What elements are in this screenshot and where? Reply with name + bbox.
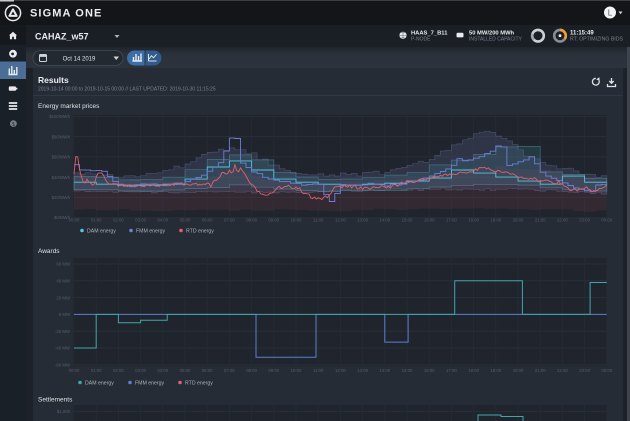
svg-text:21:00: 21:00 [535,217,546,222]
svg-text:Results: Results [38,75,69,85]
svg-text:06:00: 06:00 [202,368,213,373]
svg-text:22:00: 22:00 [557,217,568,222]
svg-text:DAM energy: DAM energy [85,381,114,387]
svg-text:14:00: 14:00 [379,217,390,222]
svg-text:RTD energy: RTD energy [186,229,214,235]
svg-text:23:00: 23:00 [579,217,590,222]
svg-text:00:00: 00:00 [601,368,612,373]
svg-text:05:00: 05:00 [180,368,191,373]
svg-text:21:00: 21:00 [535,368,546,373]
svg-text:$60/MWh: $60/MWh [52,155,71,160]
svg-text:03:00: 03:00 [135,368,146,373]
svg-text:07:00: 07:00 [224,217,235,222]
svg-text:16:00: 16:00 [424,368,435,373]
svg-text:$: $ [12,122,15,128]
svg-text:FMM energy: FMM energy [136,229,166,235]
svg-text:20:00: 20:00 [513,217,524,222]
svg-text:16:00: 16:00 [424,217,435,222]
svg-text:$100/MWh: $100/MWh [49,114,70,119]
svg-text:14:00: 14:00 [379,368,390,373]
svg-text:-40 MW: -40 MW [55,346,71,351]
svg-text:60 MW: 60 MW [56,262,71,267]
svg-text:06:00: 06:00 [202,217,213,222]
svg-text:02:00: 02:00 [113,217,124,222]
svg-text:15:00: 15:00 [402,368,413,373]
svg-text:04:00: 04:00 [157,217,168,222]
svg-text:RT: OPTIMIZING BIDS: RT: OPTIMIZING BIDS [570,37,623,43]
svg-text:01:00: 01:00 [91,217,102,222]
svg-text:15:00: 15:00 [402,217,413,222]
svg-text:03:00: 03:00 [135,217,146,222]
svg-text:17:00: 17:00 [446,217,457,222]
svg-text:Oct 14 2019: Oct 14 2019 [63,57,96,63]
svg-text:18:00: 18:00 [468,217,479,222]
svg-text:-20 MW: -20 MW [55,329,71,334]
svg-text:RTD energy: RTD energy [185,381,213,387]
svg-text:20:00: 20:00 [513,368,524,373]
svg-text:09:00: 09:00 [268,217,279,222]
svg-text:$1,000: $1,000 [57,409,71,414]
svg-text:05:00: 05:00 [180,217,191,222]
svg-text:10:00: 10:00 [291,368,302,373]
svg-text:Settlements: Settlements [38,397,73,404]
svg-text:19:00: 19:00 [490,217,501,222]
svg-text:SIGMA ONE: SIGMA ONE [30,8,102,20]
svg-text:0 MW: 0 MW [59,312,71,317]
svg-text:INSTALLED CAPACITY: INSTALLED CAPACITY [469,37,523,43]
svg-text:$80/MWh: $80/MWh [52,134,71,139]
svg-text:11:00: 11:00 [313,368,324,373]
svg-text:FMM energy: FMM energy [135,381,165,387]
svg-text:04:00: 04:00 [157,368,168,373]
svg-text:20 MW: 20 MW [56,295,71,300]
svg-text:22:00: 22:00 [557,368,568,373]
svg-text:40 MW: 40 MW [56,279,71,284]
svg-text:DAM energy: DAM energy [87,229,116,235]
svg-text:02:00: 02:00 [113,368,124,373]
svg-text:00:00: 00:00 [69,368,80,373]
svg-text:2019-10-14 00:00 to 2019-10-15: 2019-10-14 00:00 to 2019-10-15 00:00 // … [38,87,216,93]
svg-text:10:00: 10:00 [291,217,302,222]
svg-text:01:00: 01:00 [91,368,102,373]
svg-text:12:00: 12:00 [335,217,346,222]
svg-text:11:00: 11:00 [313,217,324,222]
svg-text:CAHAZ_w57: CAHAZ_w57 [35,32,89,42]
svg-text:00:00: 00:00 [69,217,80,222]
svg-text:08:00: 08:00 [246,368,257,373]
svg-text:L: L [608,9,613,18]
svg-text:Awards: Awards [38,248,60,255]
svg-text:13:00: 13:00 [357,368,368,373]
svg-text:12:00: 12:00 [335,368,346,373]
svg-text:$40/MWh: $40/MWh [52,175,71,180]
svg-text:18:00: 18:00 [468,368,479,373]
svg-text:07:00: 07:00 [224,368,235,373]
svg-text:Energy market prices: Energy market prices [38,103,100,110]
svg-text:09:00: 09:00 [268,368,279,373]
svg-text:P-NODE: P-NODE [411,37,431,43]
svg-text:00:00: 00:00 [601,217,612,222]
svg-text:08:00: 08:00 [246,217,257,222]
svg-text:-60 MW: -60 MW [55,363,71,368]
svg-text:23:00: 23:00 [579,368,590,373]
svg-text:17:00: 17:00 [446,368,457,373]
svg-text:13:00: 13:00 [357,217,368,222]
svg-text:19:00: 19:00 [490,368,501,373]
svg-text:$20/MWh: $20/MWh [52,195,71,200]
